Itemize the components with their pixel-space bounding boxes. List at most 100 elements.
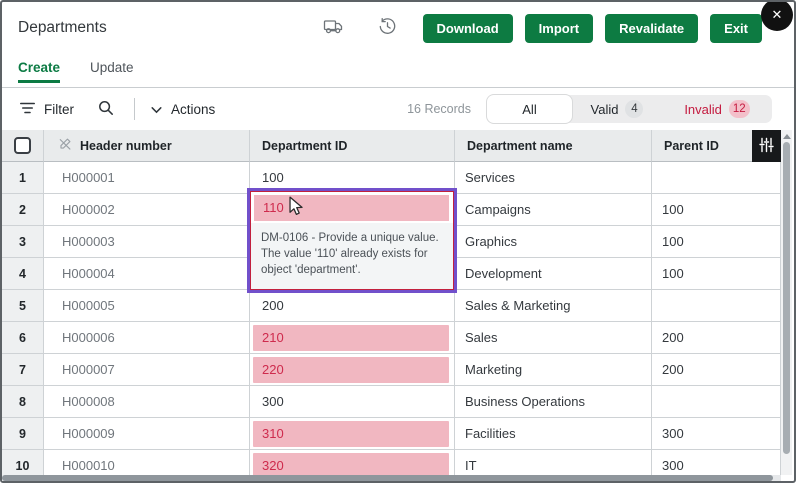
cell-parent-id[interactable]: [652, 290, 781, 322]
cell-department-id[interactable]: 300: [250, 386, 455, 418]
cell-parent-id[interactable]: 200: [652, 354, 781, 386]
cell-department-id[interactable]: 210: [250, 322, 455, 354]
invalid-value-chip: 210: [253, 325, 449, 351]
row-number[interactable]: 5: [2, 290, 44, 322]
invalid-value-chip: 310: [253, 421, 449, 447]
row-number[interactable]: 8: [2, 386, 44, 418]
segment-all[interactable]: All: [487, 95, 572, 123]
cell-department-name[interactable]: Business Operations: [455, 386, 652, 418]
cell-header-number[interactable]: H000006: [44, 322, 250, 354]
row-number[interactable]: 6: [2, 322, 44, 354]
record-count: 16 Records: [407, 102, 471, 116]
cell-value: 300: [250, 394, 284, 409]
title-bar: Departments: [2, 2, 794, 54]
no-edit-icon: [58, 137, 72, 154]
select-all-cell: [2, 130, 44, 162]
cell-department-name[interactable]: Sales: [455, 322, 652, 354]
filter-button[interactable]: Filter: [20, 102, 74, 117]
invalid-value-chip: 220: [253, 357, 449, 383]
column-header-header-number[interactable]: Header number: [44, 130, 250, 162]
cell-header-number[interactable]: H000002: [44, 194, 250, 226]
cell-department-id[interactable]: 310: [250, 418, 455, 450]
cell-parent-id[interactable]: [652, 386, 781, 418]
cell-department-id[interactable]: 200: [250, 290, 455, 322]
row-number[interactable]: 4: [2, 258, 44, 290]
cell-value: 100: [250, 170, 284, 185]
toolbar-right: 16 Records All Valid 4 Invalid 12: [407, 95, 772, 123]
segment-invalid[interactable]: Invalid 12: [662, 95, 772, 123]
row-number[interactable]: 9: [2, 418, 44, 450]
segment-valid[interactable]: Valid 4: [572, 95, 662, 123]
exit-button[interactable]: Exit: [710, 14, 762, 43]
chevron-down-icon: [151, 102, 162, 117]
row-number[interactable]: 3: [2, 226, 44, 258]
header-button-group: Download Import Revalidate Exit: [423, 14, 762, 43]
row-number[interactable]: 2: [2, 194, 44, 226]
grid-toolbar: Filter Actions: [2, 88, 794, 130]
cell-department-name[interactable]: Facilities: [455, 418, 652, 450]
validation-error-message: DM-0106 - Provide a unique value. The va…: [251, 223, 453, 289]
tab-create[interactable]: Create: [18, 60, 60, 83]
row-number[interactable]: 7: [2, 354, 44, 386]
cell-header-number[interactable]: H000009: [44, 418, 250, 450]
cell-parent-id[interactable]: 100: [652, 194, 781, 226]
invalid-count-badge: 12: [729, 100, 750, 118]
cell-header-number[interactable]: H000004: [44, 258, 250, 290]
validation-error-popover: 110 DM-0106 - Provide a unique value. Th…: [247, 188, 457, 293]
cell-header-number[interactable]: H000005: [44, 290, 250, 322]
cell-parent-id[interactable]: 100: [652, 258, 781, 290]
invalid-cell-department-id[interactable]: 110: [254, 195, 449, 221]
tab-update[interactable]: Update: [90, 60, 134, 83]
cell-department-name[interactable]: Services: [455, 162, 652, 194]
cell-department-name[interactable]: Campaigns: [455, 194, 652, 226]
cell-parent-id[interactable]: 300: [652, 418, 781, 450]
vertical-scrollbar-thumb[interactable]: [783, 142, 790, 454]
import-button[interactable]: Import: [525, 14, 593, 43]
actions-menu-button[interactable]: Actions: [151, 102, 215, 117]
grid-header-row: Header number Department ID Department n…: [2, 130, 781, 162]
cell-department-id[interactable]: 220: [250, 354, 455, 386]
validation-error-popover-inner: 110 DM-0106 - Provide a unique value. Th…: [250, 191, 454, 290]
cell-department-name[interactable]: Graphics: [455, 226, 652, 258]
search-icon: [98, 100, 114, 119]
horizontal-scrollbar[interactable]: [2, 475, 781, 481]
cell-parent-id[interactable]: 100: [652, 226, 781, 258]
horizontal-scrollbar-thumb[interactable]: [2, 475, 773, 481]
column-header-department-name[interactable]: Department name: [455, 130, 652, 162]
migration-button[interactable]: [321, 16, 346, 40]
search-button[interactable]: [96, 98, 116, 121]
filter-icon: [20, 102, 35, 117]
scroll-up-icon[interactable]: [783, 134, 791, 139]
column-settings-button[interactable]: [752, 130, 781, 162]
toolbar-left: Filter Actions: [20, 98, 215, 121]
record-filter-segmented-control: All Valid 4 Invalid 12: [487, 95, 772, 123]
history-button[interactable]: [376, 15, 399, 41]
segment-all-label: All: [522, 102, 536, 117]
departments-window: Departments: [0, 0, 796, 483]
segment-invalid-label: Invalid: [684, 102, 722, 117]
segment-valid-label: Valid: [591, 102, 619, 117]
column-header-department-id[interactable]: Department ID: [250, 130, 455, 162]
revalidate-button[interactable]: Revalidate: [605, 14, 698, 43]
select-all-checkbox[interactable]: [14, 137, 31, 154]
history-icon: [378, 17, 397, 39]
cell-header-number[interactable]: H000008: [44, 386, 250, 418]
row-number[interactable]: 1: [2, 162, 44, 194]
valid-count-badge: 4: [625, 100, 643, 118]
close-icon: ✕: [772, 7, 783, 23]
cell-header-number[interactable]: H000001: [44, 162, 250, 194]
cell-department-name[interactable]: Sales & Marketing: [455, 290, 652, 322]
table-row: 7H000007220Marketing200: [2, 354, 781, 386]
download-button[interactable]: Download: [423, 14, 513, 43]
cell-department-name[interactable]: Marketing: [455, 354, 652, 386]
cell-header-number[interactable]: H000003: [44, 226, 250, 258]
close-button[interactable]: ✕: [761, 0, 793, 31]
title-icon-group: [321, 15, 399, 41]
vertical-scrollbar[interactable]: [781, 130, 792, 475]
cell-parent-id[interactable]: [652, 162, 781, 194]
cell-header-number[interactable]: H000007: [44, 354, 250, 386]
cell-department-name[interactable]: Development: [455, 258, 652, 290]
column-header-label: Header number: [80, 139, 172, 153]
cell-parent-id[interactable]: 200: [652, 322, 781, 354]
cell-value: 200: [250, 298, 284, 313]
